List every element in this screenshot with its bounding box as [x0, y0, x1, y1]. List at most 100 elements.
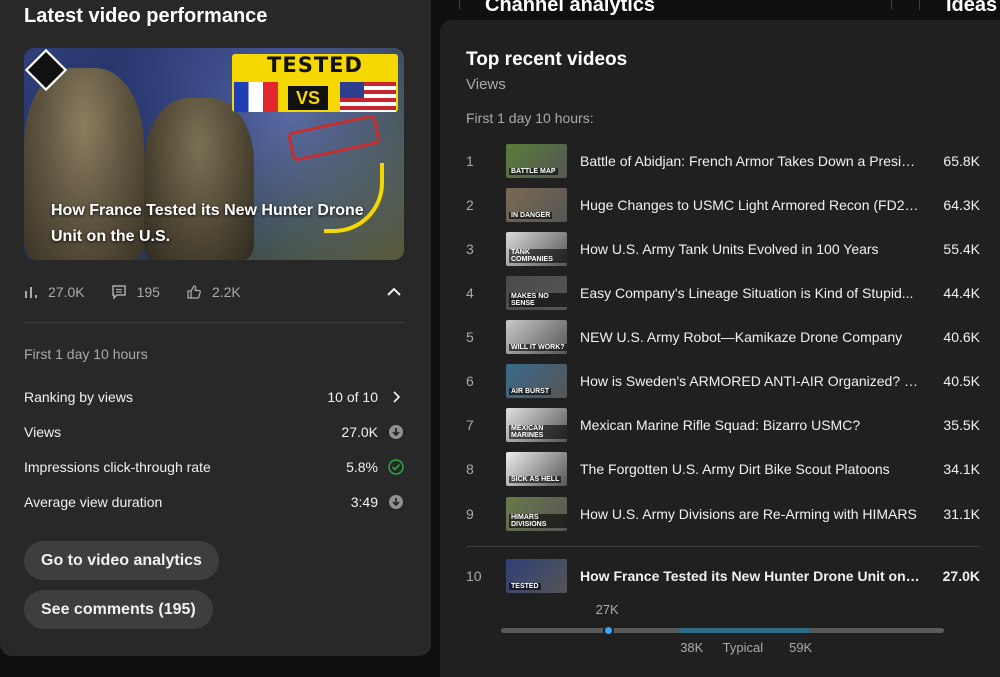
metric-subtitle: Views [466, 76, 506, 93]
video-thumbnail[interactable]: TESTED VS How France Tested its New Hunt… [24, 48, 404, 260]
likes-stat: 2.2K [186, 284, 241, 300]
typical-low-label: 38K [680, 640, 704, 655]
top-recent-videos-title: Top recent videos [466, 49, 628, 70]
thumbnail-text: TESTED [509, 583, 541, 590]
video-thumbnail: SICK AS HELL [506, 452, 567, 486]
video-thumbnail: MAKES NO SENSE [506, 276, 567, 310]
see-comments-button[interactable]: See comments (195) [24, 590, 213, 629]
video-thumbnail: TESTED [506, 559, 567, 593]
typical-label: Typical [722, 640, 764, 655]
go-to-video-analytics-button[interactable]: Go to video analytics [24, 541, 219, 580]
video-rank: 6 [466, 373, 474, 389]
video-row[interactable]: 5 WILL IT WORK? NEW U.S. Army Robot—Kamika… [466, 320, 980, 354]
france-flag-icon [234, 82, 278, 112]
divider [891, 0, 892, 10]
divider [919, 0, 920, 10]
thumbnail-text: TANK COMPANIES [509, 249, 567, 263]
usa-flag-icon [340, 82, 396, 112]
video-title: How U.S. Army Divisions are Re-Arming wi… [580, 506, 917, 522]
video-rank: 10 [466, 568, 482, 584]
video-row[interactable]: 3 TANK COMPANIES How U.S. Army Tank Units … [466, 232, 980, 266]
video-views: 64.3K [943, 197, 980, 213]
video-row[interactable]: 10 TESTED How France Tested its New Hunter… [466, 559, 980, 593]
video-title: NEW U.S. Army Robot—Kamikaze Drone Compa… [580, 329, 903, 345]
bar-chart-icon [25, 287, 37, 298]
video-row[interactable]: 2 IN DANGER Huge Changes to USMC Light Arm… [466, 188, 980, 222]
video-thumbnail: HIMARS DIVISIONS [506, 497, 567, 531]
video-rank: 8 [466, 461, 474, 477]
video-views: 27.0K [942, 568, 980, 584]
thumbs-up-icon [187, 285, 201, 299]
video-views: 65.8K [943, 153, 980, 169]
thumbnail-text: MAKES NO SENSE [509, 293, 567, 307]
video-title: Battle of Abidjan: French Armor Takes Do… [580, 153, 920, 169]
video-thumbnail: AIR BURST [506, 364, 567, 398]
metric-value: 5.8% [346, 459, 378, 475]
video-row[interactable]: 7 MEXICAN MARINES Mexican Marine Rifle Squ… [466, 408, 980, 442]
video-title: Huge Changes to USMC Light Armored Recon… [580, 197, 920, 213]
current-value-label: 27K [595, 602, 619, 617]
views-stat: 27.0K [24, 284, 85, 300]
video-stats: 27.0K 195 2.2K [24, 282, 267, 302]
metric-views: Views 27.0K [24, 422, 404, 442]
tab-ideas[interactable]: Ideas [946, 0, 997, 17]
metric-label: Views [24, 424, 62, 440]
period-label: First 1 day 10 hours [24, 346, 148, 362]
thumbnail-text: BATTLE MAP [509, 168, 558, 175]
thumbnail-badge: TESTED VS [232, 54, 398, 112]
video-rank: 5 [466, 329, 474, 345]
metric-value: 3:49 [350, 494, 378, 510]
video-thumbnail: IN DANGER [506, 188, 567, 222]
collapse-button[interactable] [384, 282, 404, 302]
video-views: 35.5K [943, 417, 980, 433]
likes-count: 2.2K [211, 284, 241, 300]
tab-strip: Channel analytics Ideas [459, 0, 1000, 20]
video-title: The Forgotten U.S. Army Dirt Bike Scout … [580, 461, 890, 477]
video-views: 55.4K [943, 241, 980, 257]
arrow-down-circle-icon [388, 494, 404, 510]
chevron-right-icon [388, 389, 404, 405]
check-circle-icon [388, 459, 404, 475]
video-thumbnail: WILL IT WORK? [506, 320, 567, 354]
video-row[interactable]: 1 BATTLE MAP Battle of Abidjan: French Arm… [466, 144, 980, 178]
video-views: 31.1K [943, 506, 980, 522]
typical-high-label: 59K [789, 640, 813, 655]
video-title: How U.S. Army Tank Units Evolved in 100 … [580, 241, 879, 257]
metric-label: Average view duration [24, 494, 163, 510]
thumbnail-vs: VS [288, 86, 328, 110]
video-views: 34.1K [943, 461, 980, 477]
metric-ranking[interactable]: Ranking by views 10 of 10 [24, 387, 404, 407]
metric-ctr: Impressions click-through rate 5.8% [24, 457, 404, 477]
video-title: Easy Company's Lineage Situation is Kind… [580, 285, 914, 301]
video-row[interactable]: 6 AIR BURST How is Sweden's ARMORED ANTI-A… [466, 364, 980, 398]
metric-duration: Average view duration 3:49 [24, 492, 404, 512]
video-rank: 4 [466, 285, 474, 301]
metric-label: Ranking by views [24, 389, 133, 405]
video-title: How France Tested its New Hunter Drone U… [51, 202, 364, 245]
video-rank: 2 [466, 197, 474, 213]
current-value-marker [603, 625, 615, 636]
divider [459, 0, 460, 10]
divider [466, 546, 980, 547]
arrow-down-circle-icon [388, 424, 404, 440]
period-label: First 1 day 10 hours: [466, 110, 594, 126]
thumbnail-text: MEXICAN MARINES [509, 425, 567, 439]
video-title: How is Sweden's ARMORED ANTI-AIR Organiz… [580, 373, 920, 389]
thumbnail-text: IN DANGER [509, 212, 553, 219]
video-rank: 3 [466, 241, 474, 257]
video-row[interactable]: 4 MAKES NO SENSE Easy Company's Lineage Si… [466, 276, 980, 310]
video-thumbnail: BATTLE MAP [506, 144, 567, 178]
video-title: Mexican Marine Rifle Squad: Bizarro USMC… [580, 417, 861, 433]
video-row[interactable]: 8 SICK AS HELL The Forgotten U.S. Army Dir… [466, 452, 980, 486]
video-title: How France Tested its New Hunter Drone U… [580, 568, 920, 584]
comment-icon [111, 285, 126, 300]
video-row[interactable]: 9 HIMARS DIVISIONS How U.S. Army Divisions… [466, 497, 980, 531]
divider [24, 322, 404, 323]
tab-channel-analytics[interactable]: Channel analytics [485, 0, 655, 17]
video-rank: 1 [466, 153, 474, 169]
video-views: 40.5K [943, 373, 980, 389]
video-rank: 9 [466, 506, 474, 522]
thumbnail-text: AIR BURST [509, 388, 552, 395]
metric-label: Impressions click-through rate [24, 459, 211, 475]
chevron-up-icon [387, 287, 401, 296]
